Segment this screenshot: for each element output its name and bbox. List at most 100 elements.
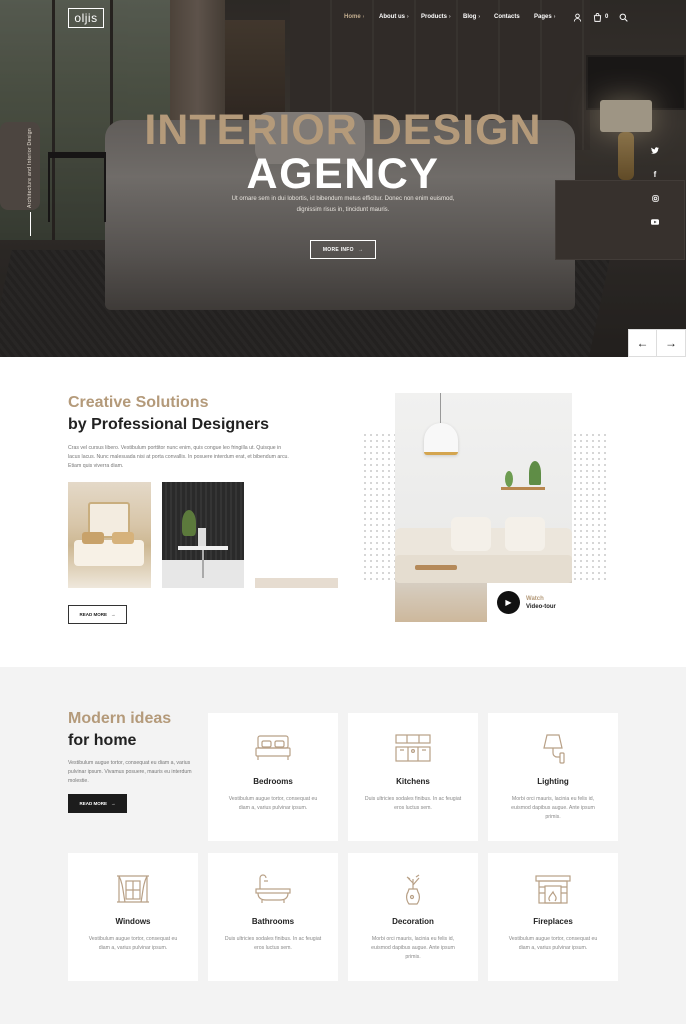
service-card-description: Vestibulum augue tortor, consequat eu di… bbox=[88, 936, 178, 951]
arrow-right-icon: → bbox=[665, 336, 677, 350]
service-card-decoration[interactable]: Decoration Morbi orci mauris, lacinia eu… bbox=[348, 853, 478, 981]
service-card-title: Bathrooms bbox=[251, 917, 295, 926]
video-watch-label: Watch bbox=[526, 595, 544, 602]
shelf-plant bbox=[505, 471, 513, 487]
nav-item-pages[interactable]: Pages › bbox=[534, 14, 555, 20]
nav-item-label: Home bbox=[344, 14, 361, 20]
chevron-down-icon: › bbox=[478, 14, 481, 20]
more-info-label: MORE INFO bbox=[322, 246, 354, 253]
fireplace-icon bbox=[488, 873, 618, 907]
arrow-right-icon: → bbox=[111, 801, 116, 806]
creative-title-accent: Creative Solutions bbox=[68, 394, 209, 411]
twitter-icon[interactable] bbox=[650, 145, 660, 155]
service-card-lighting[interactable]: Lighting Morbi orci mauris, lacinia eu f… bbox=[488, 713, 618, 841]
nav-item-products[interactable]: Products › bbox=[421, 14, 451, 20]
nav-item-label: Contacts bbox=[494, 14, 520, 20]
service-card-description: Vestibulum augue tortor, consequat eu di… bbox=[508, 936, 598, 951]
service-card-title: Lighting bbox=[537, 777, 569, 786]
slider-prev-button[interactable]: ← bbox=[628, 329, 657, 357]
creative-read-more-button[interactable]: READ MORE → bbox=[68, 605, 127, 624]
sofa-cushion bbox=[505, 517, 545, 551]
service-card-bedrooms[interactable]: Bedrooms Vestibulum augue tortor, conseq… bbox=[208, 713, 338, 841]
ideas-read-more-button[interactable]: READ MORE → bbox=[68, 794, 127, 813]
ideas-title: for home bbox=[68, 732, 137, 749]
cart-count-badge: 0 bbox=[605, 14, 609, 20]
service-card-description: Morbi orci mauris, lacinia eu felis id, … bbox=[371, 936, 455, 960]
service-card-bathrooms[interactable]: Bathrooms Duis ultricies sodales finibus… bbox=[208, 853, 338, 981]
service-card-description: Vestibulum augue tortor, consequat eu di… bbox=[228, 796, 318, 811]
service-card-description: Morbi orci mauris, lacinia eu felis id, … bbox=[511, 796, 595, 820]
chevron-down-icon: › bbox=[449, 14, 451, 20]
service-card-kitchens[interactable]: Kitchens Duis ultricies sodales finibus.… bbox=[348, 713, 478, 841]
gallery-image-bedroom[interactable] bbox=[68, 482, 151, 588]
search-icon[interactable] bbox=[618, 12, 628, 22]
service-card-description: Duis ultricies sodales finibus. In ac fe… bbox=[364, 796, 462, 811]
thumb-floor-strip bbox=[255, 578, 338, 588]
hero-title-line2: AGENCY bbox=[246, 150, 440, 198]
more-info-button[interactable]: MORE INFO → bbox=[310, 240, 376, 259]
service-card-title: Windows bbox=[115, 917, 151, 926]
nav-item-label: Products bbox=[421, 14, 448, 20]
ideas-title-accent: Modern ideas bbox=[68, 710, 172, 727]
chevron-down-icon: › bbox=[362, 14, 365, 20]
thumb-plant bbox=[182, 510, 196, 536]
user-icon[interactable] bbox=[572, 12, 582, 22]
nav-item-contacts[interactable]: Contacts bbox=[494, 14, 520, 20]
video-tour-card[interactable]: ▶ Watch Video-tour bbox=[487, 583, 572, 622]
coffee-table bbox=[415, 565, 457, 570]
nav-item-label: About us bbox=[379, 14, 405, 20]
video-tour-label: Video-tour bbox=[526, 603, 556, 610]
thumb-vase bbox=[198, 528, 206, 546]
hero-side-divider bbox=[30, 212, 31, 236]
service-card-title: Kitchens bbox=[396, 777, 430, 786]
shelf-plant bbox=[529, 461, 541, 485]
service-card-description: Duis ultricies sodales finibus. In ac fe… bbox=[224, 936, 322, 951]
sofa-cushion bbox=[451, 517, 491, 551]
read-more-label: READ MORE bbox=[79, 612, 107, 617]
nav-item-home[interactable]: Home › bbox=[344, 14, 364, 20]
facebook-icon[interactable]: f bbox=[650, 169, 660, 179]
nav-item-label: Blog bbox=[463, 14, 477, 20]
thumb-pillow bbox=[112, 532, 134, 544]
arrow-left-icon: ← bbox=[636, 336, 649, 350]
service-card-title: Decoration bbox=[392, 917, 434, 926]
bathtub-icon bbox=[208, 873, 338, 907]
ideas-description: Vestibulum augue tortor, consequat eu di… bbox=[68, 760, 192, 784]
slider-arrows: ← → bbox=[628, 329, 686, 357]
gallery-image-loading[interactable] bbox=[255, 482, 338, 588]
page: oljis Home › About us › Products › Blog › Co… bbox=[0, 0, 686, 1024]
hero-slider: oljis Home › About us › Products › Blog › Co… bbox=[0, 0, 686, 357]
service-card-fireplaces[interactable]: Fireplaces Vestibulum augue tortor, cons… bbox=[488, 853, 618, 981]
arrow-right-icon: → bbox=[357, 246, 364, 253]
play-icon[interactable]: ▶ bbox=[497, 591, 520, 614]
header-actions: 0 bbox=[572, 12, 628, 22]
decorative-dots-left bbox=[362, 432, 396, 582]
service-card-title: Bedrooms bbox=[253, 777, 293, 786]
lamp-cord bbox=[440, 393, 441, 423]
wall-lamp-icon bbox=[488, 733, 618, 767]
thumb-table-leg bbox=[202, 550, 204, 578]
bed-icon bbox=[208, 733, 338, 767]
service-card-windows[interactable]: Windows Vestibulum augue tortor, consequ… bbox=[68, 853, 198, 981]
instagram-icon[interactable] bbox=[650, 193, 660, 203]
pendant-lamp bbox=[424, 423, 458, 455]
kitchen-icon bbox=[348, 733, 478, 767]
service-card-title: Fireplaces bbox=[533, 917, 573, 926]
nav-item-about[interactable]: About us › bbox=[379, 14, 409, 20]
hero-title-line1: INTERIOR DESIGN bbox=[144, 106, 542, 154]
vase-icon bbox=[348, 873, 478, 907]
read-more-label: READ MORE bbox=[79, 801, 107, 806]
site-logo[interactable]: oljis bbox=[68, 8, 104, 28]
video-text: Watch Video-tour bbox=[526, 596, 556, 610]
nav-item-blog[interactable]: Blog › bbox=[463, 14, 480, 20]
youtube-icon[interactable] bbox=[650, 217, 660, 227]
window-curtains-icon bbox=[68, 873, 198, 907]
chevron-down-icon: › bbox=[407, 14, 409, 20]
gallery-image-decor[interactable] bbox=[162, 482, 244, 588]
social-links: f bbox=[650, 145, 660, 227]
hero-description: Ut ornare sem in dui lobortis, id bibend… bbox=[231, 196, 455, 213]
cart-icon[interactable] bbox=[592, 12, 602, 22]
wall-shelf bbox=[501, 487, 545, 490]
slider-next-button[interactable]: → bbox=[657, 329, 686, 357]
thumb-pillow bbox=[82, 532, 104, 544]
